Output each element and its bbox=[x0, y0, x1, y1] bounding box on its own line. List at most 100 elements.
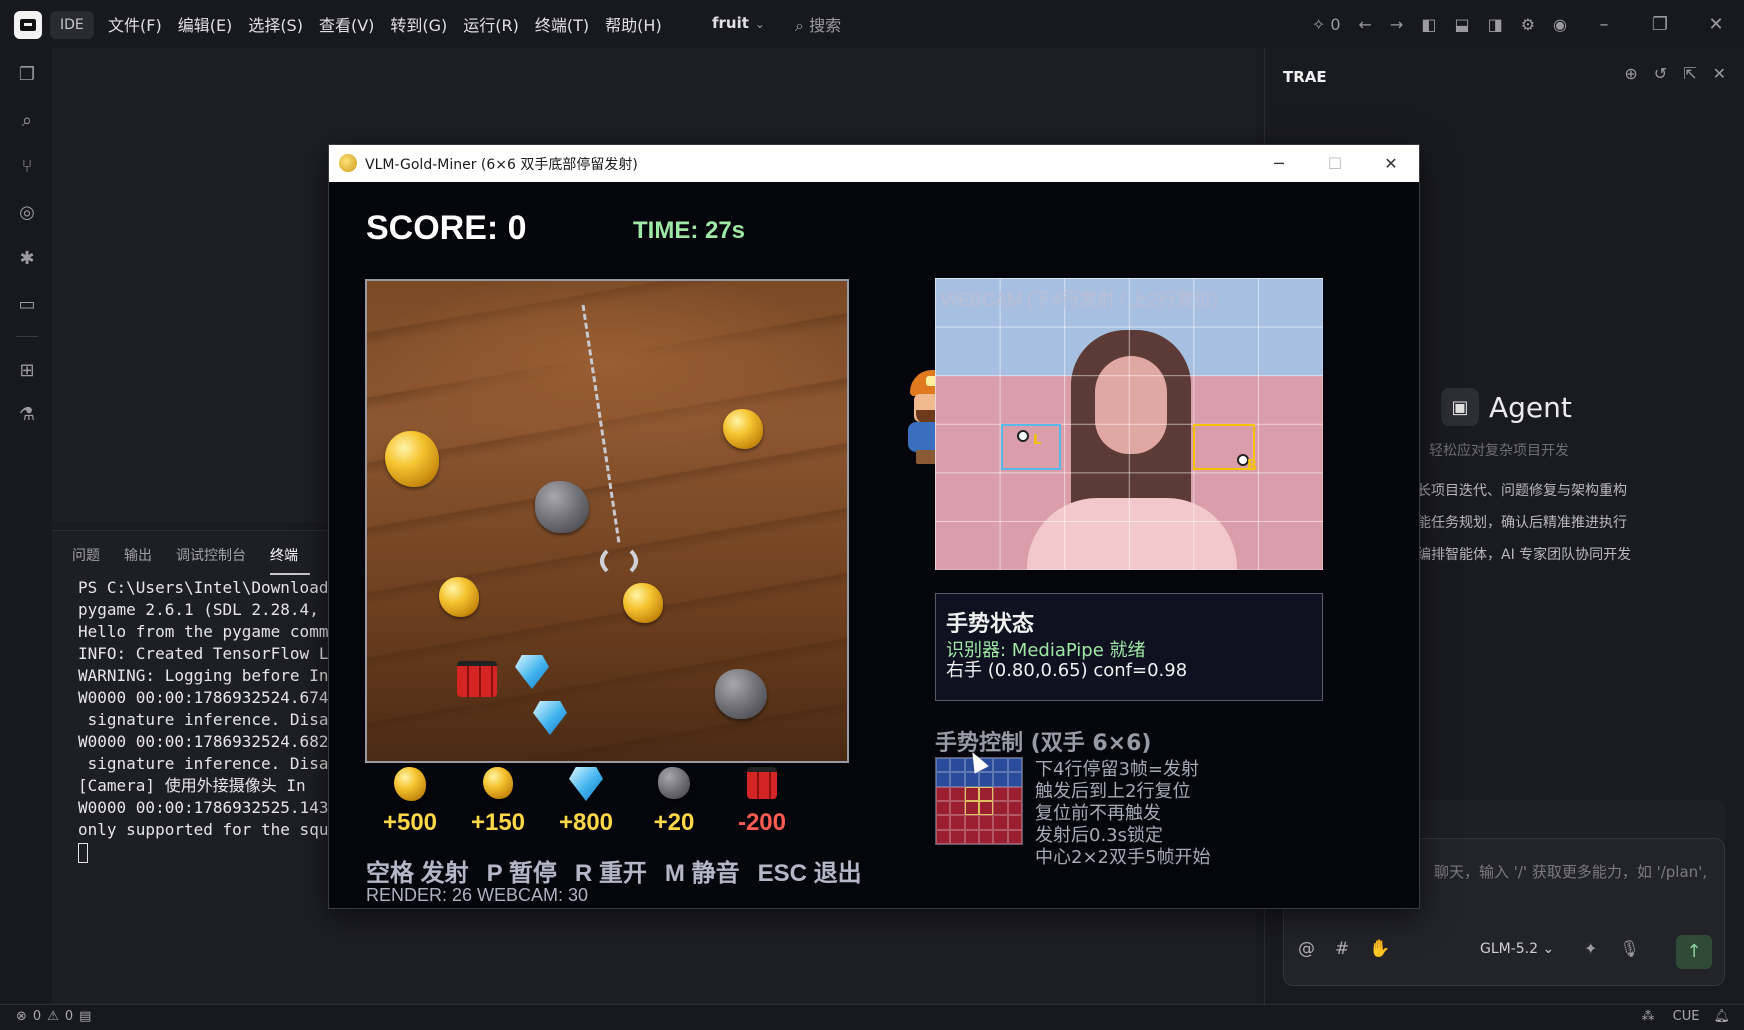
menu-file[interactable]: 文件(F) bbox=[100, 12, 170, 36]
restore-window-icon[interactable]: ❐ bbox=[1632, 14, 1688, 35]
gold-nugget bbox=[723, 409, 763, 449]
terminal-output[interactable]: PS C:\Users\Intel\Download pygame 2.6.1 (… bbox=[78, 577, 328, 863]
rock bbox=[715, 669, 767, 719]
legend-value: +20 bbox=[653, 809, 695, 836]
control-exit: ESC 退出 bbox=[757, 860, 862, 887]
game-close-icon[interactable]: ✕ bbox=[1363, 145, 1419, 182]
legend-tnt: -200 bbox=[717, 767, 807, 836]
extensions-icon[interactable]: ⊞ bbox=[16, 360, 38, 382]
terminal-cursor bbox=[78, 842, 88, 863]
tab-output[interactable]: 输出 bbox=[124, 545, 164, 575]
big-gold-nugget bbox=[385, 431, 439, 487]
terminal-line: pygame 2.6.1 (SDL 2.28.4, bbox=[78, 600, 319, 619]
chat-tools: @ # ✋ bbox=[1298, 939, 1410, 959]
trae-logo-icon bbox=[14, 11, 42, 39]
menu-view[interactable]: 查看(V) bbox=[311, 12, 382, 36]
legend-value: +800 bbox=[558, 809, 614, 836]
menu-help[interactable]: 帮助(H) bbox=[597, 12, 670, 36]
ai-sparkle-count[interactable]: ✧ 0 bbox=[1312, 15, 1341, 34]
toggle-secondary-sidebar-icon[interactable]: ◨ bbox=[1488, 15, 1503, 34]
send-button[interactable]: ↑ bbox=[1676, 935, 1712, 969]
hook-rope bbox=[581, 304, 638, 573]
terminal-line: W0000 00:00:1786932525.143 bbox=[78, 798, 329, 817]
chat-placeholder[interactable]: 聊天，输入 '/' 获取更多能力，如 '/plan', bbox=[1434, 861, 1714, 882]
hand-tool-icon[interactable]: ✋ bbox=[1369, 939, 1390, 959]
agent-title: Agent bbox=[1489, 390, 1572, 424]
cue-status[interactable]: ⁂ CUE bbox=[1628, 1009, 1700, 1024]
control-mute: M 静音 bbox=[664, 860, 740, 887]
settings-gear-icon[interactable]: ⚙ bbox=[1521, 15, 1535, 34]
chat-actions: ✦ 🎙 bbox=[1584, 939, 1662, 958]
terminal-line: [Camera] 使用外接摄像头 In bbox=[78, 776, 306, 795]
toggle-sidebar-icon[interactable]: ◧ bbox=[1421, 15, 1436, 34]
time-display: TIME: 27s bbox=[633, 217, 746, 244]
game-window[interactable]: VLM-Gold-Miner (6×6 双手底部停留发射) ─ ☐ ✕ SCOR… bbox=[328, 144, 1420, 909]
source-control-icon[interactable]: ⑂ bbox=[16, 156, 38, 178]
menu-edit[interactable]: 编辑(E) bbox=[170, 12, 241, 36]
game-minimize-icon[interactable]: ─ bbox=[1251, 145, 1307, 182]
tab-terminal[interactable]: 终端 bbox=[270, 545, 310, 575]
sparkle-enhance-icon[interactable]: ✦ bbox=[1584, 939, 1597, 958]
rock bbox=[535, 481, 589, 533]
gold-nugget bbox=[439, 577, 479, 617]
warning-count: 0 bbox=[64, 1009, 74, 1024]
close-panel-icon[interactable]: ✕ bbox=[1713, 64, 1726, 83]
tab-debug-console[interactable]: 调试控制台 bbox=[176, 545, 258, 575]
close-window-icon[interactable]: ✕ bbox=[1688, 14, 1744, 35]
terminal-line: signature inference. Disa bbox=[78, 754, 329, 773]
menu-go[interactable]: 转到(G) bbox=[382, 12, 455, 36]
agent-feature-2: 能任务规划，确认后精准推进执行 bbox=[1417, 515, 1627, 531]
tab-problems[interactable]: 问题 bbox=[72, 545, 112, 575]
bell-icon[interactable]: 🔔︎ bbox=[1713, 1009, 1730, 1024]
menu-bar: 文件(F) 编辑(E) 选择(S) 查看(V) 转到(G) 运行(R) 终端(T… bbox=[100, 0, 670, 48]
debug-bug-icon[interactable]: ✱ bbox=[16, 248, 38, 270]
gesture-rule: 发射后0.3s锁定 bbox=[1035, 825, 1164, 846]
agent-icon: ▣ bbox=[1441, 388, 1479, 426]
agent-header: ▣ Agent bbox=[1441, 388, 1572, 426]
menu-terminal[interactable]: 终端(T) bbox=[527, 12, 597, 36]
model-selector[interactable]: GLM-5.2 ⌄ bbox=[1480, 941, 1554, 957]
menu-run[interactable]: 运行(R) bbox=[455, 12, 527, 36]
rock-icon bbox=[658, 767, 690, 799]
terminal-line: W0000 00:00:1786932524.674 bbox=[78, 688, 329, 707]
forward-arrow-icon[interactable]: → bbox=[1390, 15, 1403, 34]
remote-monitor-icon[interactable]: ▭ bbox=[16, 294, 38, 316]
big-gold-icon bbox=[394, 767, 426, 801]
minimize-window-icon[interactable]: – bbox=[1576, 14, 1632, 35]
fps-readout: RENDER: 26 WEBCAM: 30 bbox=[366, 885, 589, 905]
toggle-panel-icon[interactable]: ⬓ bbox=[1454, 15, 1469, 34]
chevron-down-icon: ⌄ bbox=[754, 17, 765, 31]
microphone-icon[interactable]: 🎙 bbox=[1619, 939, 1639, 958]
title-bar-actions: ✧ 0 ← → ◧ ⬓ ◨ ⚙ ◉ – ❐ ✕ bbox=[1303, 0, 1744, 48]
terminal-line: INFO: Created TensorFlow L bbox=[78, 644, 329, 663]
account-icon[interactable]: ◉ bbox=[1553, 15, 1567, 34]
search-icon: ⌕ bbox=[795, 16, 804, 35]
preview-eye-icon[interactable]: ◎ bbox=[16, 202, 38, 224]
history-icon[interactable]: ↺ bbox=[1654, 64, 1667, 83]
pop-out-icon[interactable]: ⇱ bbox=[1683, 64, 1696, 83]
explorer-icon[interactable]: ❐ bbox=[16, 64, 38, 86]
back-arrow-icon[interactable]: ← bbox=[1359, 15, 1372, 34]
game-window-controls: ─ ☐ ✕ bbox=[1251, 145, 1419, 182]
new-chat-icon[interactable]: ⊕ bbox=[1624, 64, 1637, 83]
problems-summary[interactable]: ⊗ 0 ⚠ 0 ▤ bbox=[16, 1009, 97, 1024]
testing-flask-icon[interactable]: ⚗ bbox=[16, 404, 38, 426]
search-files-icon[interactable]: ⌕ bbox=[16, 110, 38, 132]
game-window-titlebar[interactable]: VLM-Gold-Miner (6×6 双手底部停留发射) ─ ☐ ✕ bbox=[329, 145, 1419, 182]
pygame-snake-icon bbox=[339, 154, 357, 172]
ide-mode-tag[interactable]: IDE bbox=[50, 11, 94, 39]
gesture-control-title: 手势控制 (双手 6×6) bbox=[935, 731, 1152, 756]
panel-title: TRAE bbox=[1283, 68, 1327, 86]
terminal-line: signature inference. Disa bbox=[78, 710, 329, 729]
hand-readout: 右手 (0.80,0.65) conf=0.98 bbox=[946, 660, 1188, 681]
warning-icon: ⚠ bbox=[47, 1009, 59, 1024]
agent-feature-3: 编排智能体，AI 专家团队协同开发 bbox=[1417, 547, 1632, 563]
control-fire: 空格 发射 bbox=[366, 860, 469, 887]
search-box[interactable]: ⌕ 搜索 bbox=[795, 12, 841, 36]
branch-selector[interactable]: fruit ⌄ bbox=[712, 14, 765, 32]
panel-actions: ⊕ ↺ ⇱ ✕ bbox=[1608, 64, 1726, 83]
mention-at-icon[interactable]: @ bbox=[1298, 939, 1315, 959]
hash-context-icon[interactable]: # bbox=[1335, 939, 1349, 959]
legend-diamond: +800 bbox=[541, 767, 631, 836]
menu-selection[interactable]: 选择(S) bbox=[240, 12, 311, 36]
